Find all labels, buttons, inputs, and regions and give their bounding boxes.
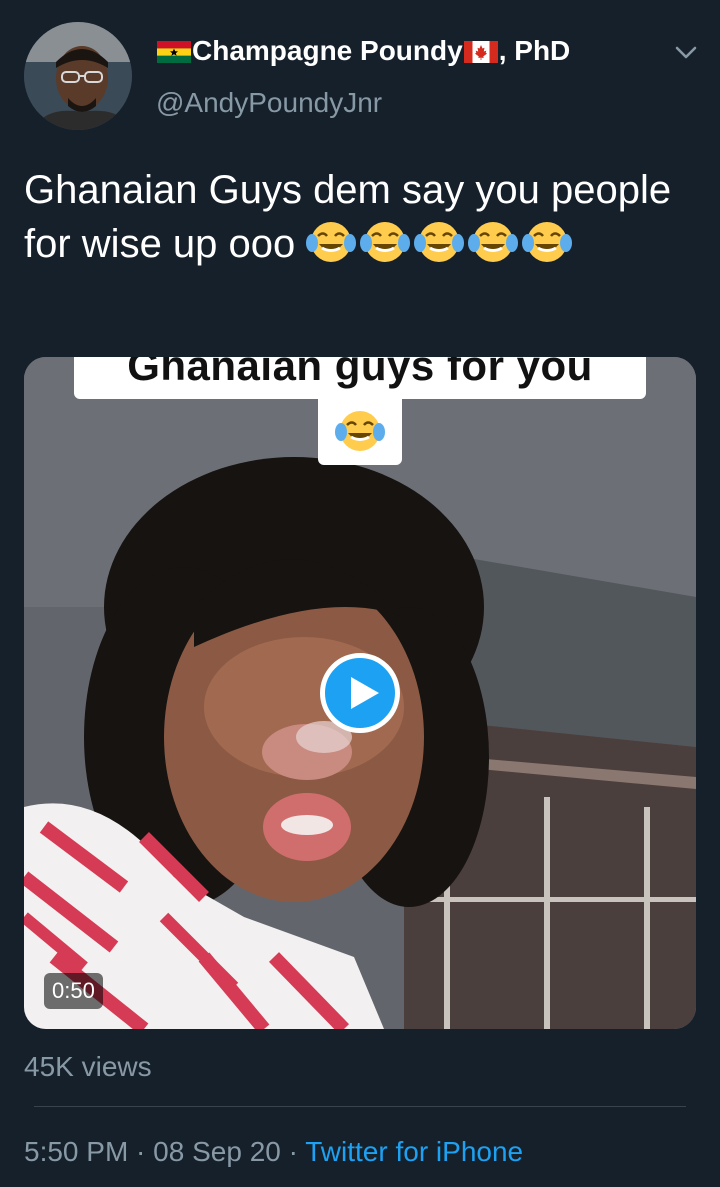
play-icon xyxy=(351,677,379,709)
tears-of-joy-emoji xyxy=(306,222,357,262)
tears-of-joy-emoji xyxy=(335,411,385,451)
display-name-text: Champagne Poundy xyxy=(192,35,463,66)
divider xyxy=(34,1106,686,1107)
tears-of-joy-emoji xyxy=(522,222,573,262)
ghana-flag-icon xyxy=(157,41,191,63)
tweet-time[interactable]: 5:50 PM xyxy=(24,1136,128,1167)
author-handle[interactable]: @AndyPoundyJnr xyxy=(156,86,382,120)
author-display-name[interactable]: Champagne Poundy , PhD xyxy=(156,33,570,69)
emoji-row xyxy=(306,222,576,266)
tweet-date[interactable]: 08 Sep 20 xyxy=(153,1136,281,1167)
meta-separator: · xyxy=(280,1136,306,1167)
video-duration: 0:50 xyxy=(44,973,103,1009)
video-caption-emoji-box xyxy=(318,397,402,465)
tweet-text: Ghanaian Guys dem say you people for wis… xyxy=(24,163,684,271)
tears-of-joy-emoji xyxy=(360,222,411,262)
tears-of-joy-emoji xyxy=(414,222,465,262)
chevron-down-icon[interactable] xyxy=(672,38,700,66)
tweet-source[interactable]: Twitter for iPhone xyxy=(305,1136,523,1167)
video-player[interactable]: Ghanaian guys for you 0:50 xyxy=(24,357,696,1029)
display-name-suffix: , PhD xyxy=(498,35,571,66)
avatar[interactable] xyxy=(24,22,132,130)
canada-flag-icon xyxy=(463,41,498,63)
tweet-meta: 5:50 PM · 08 Sep 20 · Twitter for iPhone xyxy=(24,1135,523,1169)
play-button[interactable] xyxy=(320,653,400,733)
meta-separator: · xyxy=(128,1136,154,1167)
tears-of-joy-emoji xyxy=(468,222,519,262)
video-caption-overlay: Ghanaian guys for you xyxy=(74,357,646,399)
video-caption-text: Ghanaian guys for you xyxy=(127,357,593,389)
view-count: 45K views xyxy=(24,1051,152,1082)
